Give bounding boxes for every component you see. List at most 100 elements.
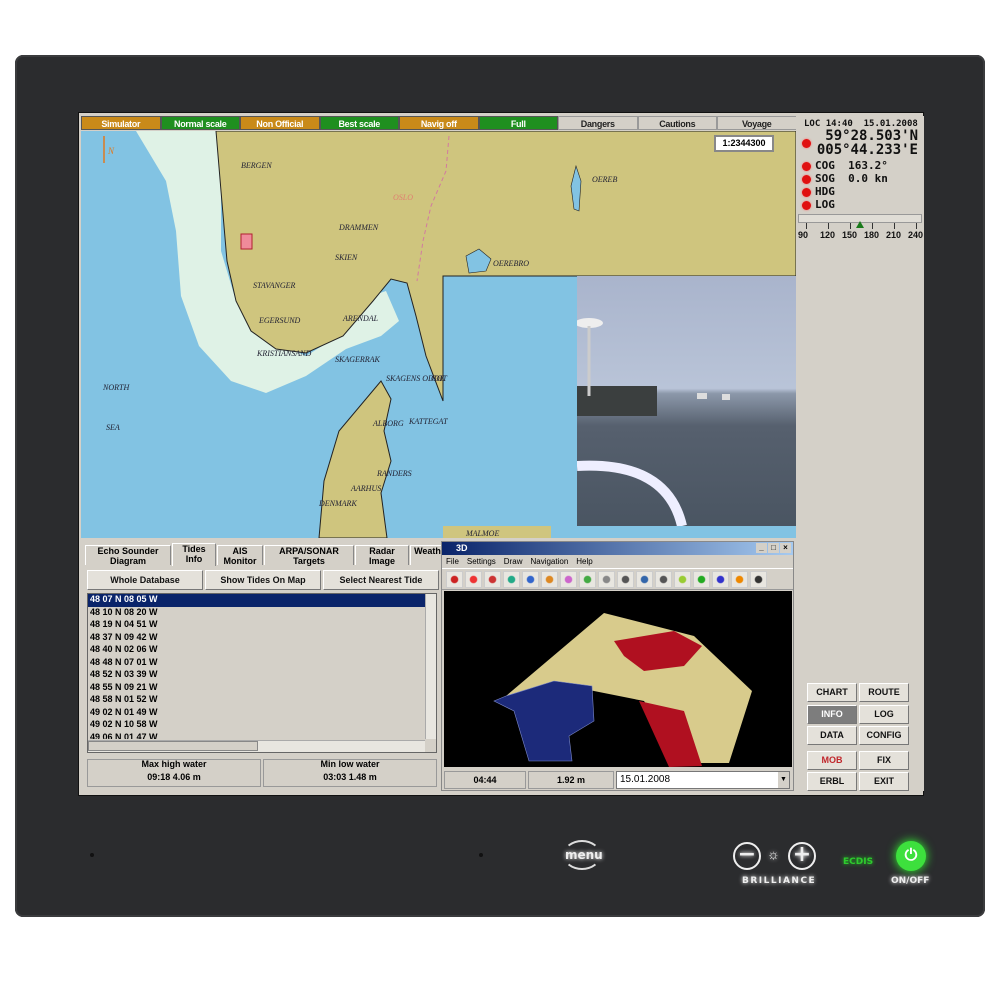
window-titlebar[interactable]: 3D _ □ × <box>442 542 793 555</box>
record-off-icon[interactable] <box>446 571 463 588</box>
tide-list-item[interactable]: 48 48 N 07 01 W <box>88 657 425 670</box>
date-select[interactable]: 15.01.2008 ▼ <box>616 771 790 789</box>
menu-button[interactable]: menu <box>563 840 603 870</box>
depth-icon[interactable] <box>541 571 558 588</box>
tide-list-item[interactable]: 48 58 N 01 52 W <box>88 694 425 707</box>
nautical-chart[interactable]: N 1:2344300 BERGEN OSLO DRAMMEN SKIEN ST… <box>81 131 796 538</box>
cog-value: 163.2° <box>848 159 888 172</box>
power-label: ON/OFF <box>891 876 930 886</box>
toolbar-button-best-scale[interactable]: Best scale <box>319 116 399 130</box>
chevron-down-icon[interactable]: ▼ <box>778 772 789 788</box>
menu-draw[interactable]: Draw <box>504 555 523 568</box>
tide-list-item[interactable]: 49 02 N 01 49 W <box>88 707 425 720</box>
side-button-data[interactable]: DATA <box>807 726 857 745</box>
layer-icon[interactable] <box>503 571 520 588</box>
side-button-erbl[interactable]: ERBL <box>807 772 857 791</box>
marker-icon[interactable] <box>484 571 501 588</box>
side-button-exit[interactable]: EXIT <box>859 772 909 791</box>
side-button-chart[interactable]: CHART <box>807 683 857 702</box>
tide-list-item[interactable]: 48 55 N 09 21 W <box>88 682 425 695</box>
record-on-icon[interactable] <box>465 571 482 588</box>
menu-help[interactable]: Help <box>576 555 592 568</box>
dots-icon[interactable] <box>598 571 615 588</box>
compass-tick-label: 90 <box>798 230 809 240</box>
sog-label: SOG <box>815 172 835 185</box>
power-button[interactable]: ⏻ <box>896 841 926 871</box>
brilliance-plus-button[interactable]: + <box>788 842 816 870</box>
horizontal-scrollbar[interactable] <box>88 740 425 752</box>
vertical-scrollbar[interactable] <box>425 594 436 739</box>
max-high-value: 09:18 4.06 m <box>147 772 201 782</box>
tide-list-item[interactable]: 48 37 N 09 42 W <box>88 632 425 645</box>
3d-terrain-view[interactable] <box>444 591 792 767</box>
terrain-icon[interactable] <box>693 571 710 588</box>
tide-list-item[interactable]: 48 07 N 08 05 W <box>88 594 425 607</box>
tides-button-whole-database[interactable]: Whole Database <box>87 570 203 590</box>
menu-navigation[interactable]: Navigation <box>530 555 568 568</box>
north-label: N <box>108 146 115 156</box>
side-button-config[interactable]: CONFIG <box>859 726 909 745</box>
brilliance-minus-button[interactable]: − <box>733 842 761 870</box>
tides-button-show-tides-on-map[interactable]: Show Tides On Map <box>205 570 321 590</box>
toolbar-button-navig-off[interactable]: Navig off <box>399 116 479 130</box>
toolbar-button-dangers[interactable]: Dangers <box>558 116 638 130</box>
tide-list-item[interactable]: 49 06 N 01 47 W <box>88 732 425 740</box>
camera-scene <box>575 318 730 528</box>
map-label: RANDERS <box>377 469 412 478</box>
sog-row: SOG 0.0 kn <box>796 172 924 185</box>
side-button-log-book[interactable]: LOG BOOK <box>859 704 909 736</box>
toolbar-button-non-official[interactable]: Non Official <box>240 116 320 130</box>
tide-list-item[interactable]: 48 52 N 03 39 W <box>88 669 425 682</box>
tide-list[interactable]: 48 07 N 08 05 W 48 10 N 08 20 W 48 19 N 04… <box>87 593 437 753</box>
tide-list-item[interactable]: 48 10 N 08 20 W <box>88 607 425 620</box>
tide-list-item[interactable]: 49 02 N 10 58 W <box>88 719 425 732</box>
side-button-info[interactable]: INFO <box>807 704 857 724</box>
toolbar-button-cautions[interactable]: Cautions <box>637 116 717 130</box>
flag-icon[interactable] <box>731 571 748 588</box>
sensor-dot <box>90 853 94 857</box>
slope-icon[interactable] <box>579 571 596 588</box>
status-dot-icon <box>802 161 811 171</box>
tab-echo-sounder-diagram[interactable]: Echo Sounder Diagram <box>85 545 171 566</box>
ecdis-screen: Simulator Normal scale Non Official Best sc… <box>78 112 924 796</box>
map-label: OEREBRO <box>493 259 529 268</box>
outline-icon[interactable] <box>636 571 653 588</box>
tide-list-item[interactable]: 48 40 N 02 06 W <box>88 644 425 657</box>
side-button-route[interactable]: ROUTE <box>859 683 909 702</box>
stack-icon[interactable] <box>560 571 577 588</box>
map-label: NORTH <box>103 383 130 392</box>
point-icon[interactable] <box>522 571 539 588</box>
toolbar-button-full[interactable]: Full <box>478 116 558 130</box>
compass-tick <box>894 223 895 229</box>
menu-settings[interactable]: Settings <box>467 555 496 568</box>
position-status-icon <box>802 139 811 148</box>
maximize-button[interactable]: □ <box>768 543 779 553</box>
tab-radar-image[interactable]: Radar Image <box>355 545 409 566</box>
minimize-button[interactable]: _ <box>756 543 767 553</box>
menu-file[interactable]: File <box>446 555 459 568</box>
tab-tides-info[interactable]: Tides Info <box>172 543 216 566</box>
toolbar-button-simulator[interactable]: Simulator <box>81 116 161 130</box>
area-icon[interactable] <box>712 571 729 588</box>
mesh-icon[interactable] <box>655 571 672 588</box>
side-button-fix[interactable]: FIX <box>859 750 909 770</box>
toolbar-button-voyage[interactable]: Voyage <box>717 116 797 130</box>
cog-row: COG 163.2° <box>796 159 924 172</box>
tab-arpa-sonar-targets[interactable]: ARPA/SONAR Targets <box>264 545 354 566</box>
scale-display[interactable]: 1:2344300 <box>714 135 774 152</box>
d-icon[interactable] <box>750 571 767 588</box>
side-button-mob[interactable]: MOB <box>807 750 857 770</box>
land-denmark <box>318 380 392 538</box>
color-mesh-icon[interactable] <box>674 571 691 588</box>
longitude: 005°44.233'E <box>816 142 918 158</box>
tides-button-select-nearest-tide[interactable]: Select Nearest Tide <box>323 570 439 590</box>
map-label: SKAGERRAK <box>335 355 380 364</box>
contour-icon[interactable] <box>617 571 634 588</box>
tide-list-item[interactable]: 48 19 N 04 51 W <box>88 619 425 632</box>
status-dot-icon <box>802 174 811 184</box>
max-high-water-box: Max high water 09:18 4.06 m <box>87 759 261 787</box>
tab-ais-monitor[interactable]: AIS Monitor <box>217 545 263 566</box>
toolbar-button-normal-scale[interactable]: Normal scale <box>160 116 240 130</box>
brilliance-label: BRILLIANCE <box>742 876 817 886</box>
close-button[interactable]: × <box>780 543 791 553</box>
